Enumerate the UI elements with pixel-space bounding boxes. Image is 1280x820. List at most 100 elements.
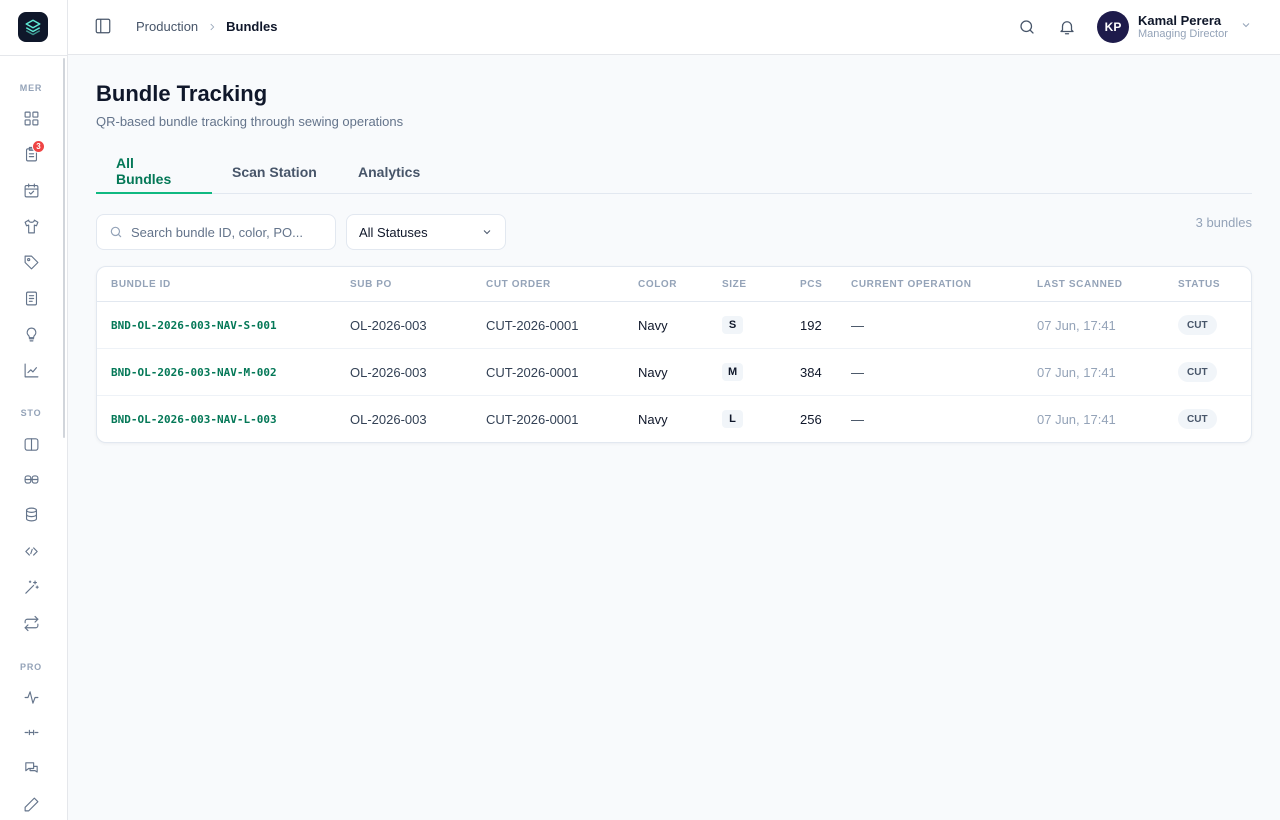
- table-row[interactable]: BND-OL-2026-003-NAV-L-003 OL-2026-003 CU…: [97, 396, 1251, 442]
- lightbulb-icon: [26, 327, 36, 341]
- page-title: Bundle Tracking: [96, 81, 268, 106]
- status-badge: CUT: [1178, 362, 1217, 382]
- sidebar-item-tools[interactable]: [19, 575, 43, 599]
- notification-badge: 3: [32, 140, 45, 153]
- sidebar-item-ideas[interactable]: [19, 322, 43, 346]
- sidebar-scrollbar[interactable]: [63, 58, 65, 438]
- sidebar-item-tags[interactable]: [19, 250, 43, 274]
- bundle-count: 3 bundles: [1195, 215, 1252, 230]
- column-header[interactable]: COLOR: [638, 279, 677, 290]
- repeat-icon: [24, 615, 38, 631]
- sidebar-item-inventory[interactable]: [19, 502, 43, 526]
- user-role: Managing Director: [1138, 28, 1228, 40]
- page-subtitle: QR-based bundle tracking through sewing …: [96, 114, 404, 129]
- column-header[interactable]: CUT ORDER: [486, 279, 551, 290]
- column-header[interactable]: PCS: [800, 279, 822, 290]
- cut-order-cell: CUT-2026-0001: [486, 365, 579, 380]
- document-icon: [25, 291, 37, 305]
- sidebar-item-dashboard[interactable]: [19, 106, 43, 130]
- sidebar-item-fabric[interactable]: [19, 467, 43, 491]
- status-filter-select[interactable]: All Statuses: [346, 214, 506, 250]
- tab-analytics[interactable]: Analytics: [338, 150, 440, 194]
- bundle-id-link[interactable]: BND-OL-2026-003-NAV-M-002: [111, 366, 277, 379]
- sidebar-item-reports[interactable]: [19, 358, 43, 382]
- search-input[interactable]: [131, 224, 321, 240]
- color-cell: Navy: [638, 318, 668, 333]
- layers-icon: [25, 19, 41, 36]
- bundles-table: BUNDLE ID SUB PO CUT ORDER COLOR SIZE PC…: [96, 266, 1252, 443]
- calendar-icon: [24, 183, 38, 197]
- sidebar-section-label: MER: [19, 83, 43, 93]
- tab-bar: All Bundles Scan Station Analytics: [96, 150, 1252, 194]
- pcs-cell: 192: [800, 318, 822, 333]
- sidebar-item-messages[interactable]: [19, 756, 43, 780]
- column-header[interactable]: LAST SCANNED: [1037, 279, 1123, 290]
- size-badge: S: [722, 316, 743, 334]
- sidebar-item-catalog[interactable]: [19, 432, 43, 456]
- search-icon: [1020, 20, 1034, 34]
- bundle-id-link[interactable]: BND-OL-2026-003-NAV-L-003: [111, 413, 277, 426]
- fabric-icon: [24, 474, 38, 484]
- status-filter-value: All Statuses: [359, 224, 428, 240]
- column-header[interactable]: STATUS: [1178, 279, 1220, 290]
- wand-icon: [24, 580, 39, 594]
- search-button[interactable]: [1017, 17, 1037, 37]
- column-header[interactable]: SUB PO: [350, 279, 392, 290]
- sidebar-toggle-button[interactable]: [94, 17, 114, 37]
- tab-scan-station[interactable]: Scan Station: [212, 150, 337, 194]
- sidebar-item-transfers[interactable]: [19, 539, 43, 563]
- sidebar-item-documents[interactable]: [19, 286, 43, 310]
- user-name: Kamal Perera: [1138, 13, 1222, 28]
- column-header[interactable]: SIZE: [722, 279, 747, 290]
- chevron-down-icon: [1240, 18, 1252, 36]
- column-header[interactable]: CURRENT OPERATION: [851, 279, 972, 290]
- cut-order-cell: CUT-2026-0001: [486, 318, 579, 333]
- pencil-icon: [24, 797, 38, 811]
- line-icon: [24, 729, 38, 735]
- color-cell: Navy: [638, 365, 668, 380]
- transfer-icon: [24, 546, 38, 556]
- app-logo[interactable]: [18, 12, 48, 42]
- last-scanned-cell: 07 Jun, 17:41: [1037, 318, 1116, 333]
- database-icon: [25, 507, 37, 521]
- avatar: KP: [1097, 11, 1129, 43]
- table-row[interactable]: BND-OL-2026-003-NAV-M-002 OL-2026-003 CU…: [97, 349, 1251, 396]
- sidebar-item-returns[interactable]: [19, 611, 43, 635]
- sidebar-item-calendar[interactable]: [19, 178, 43, 202]
- bell-icon: [1060, 21, 1074, 35]
- last-scanned-cell: 07 Jun, 17:41: [1037, 412, 1116, 427]
- operation-cell: —: [851, 365, 864, 380]
- sub-po-cell: OL-2026-003: [350, 318, 427, 333]
- search-icon: [110, 226, 122, 238]
- tab-all-bundles[interactable]: All Bundles: [96, 150, 212, 194]
- sub-po-cell: OL-2026-003: [350, 365, 427, 380]
- sidebar-item-orders[interactable]: 3: [19, 140, 45, 166]
- breadcrumb: Production Bundles: [136, 19, 277, 34]
- table-row[interactable]: BND-OL-2026-003-NAV-S-001 OL-2026-003 CU…: [97, 302, 1251, 349]
- sidebar-item-lines[interactable]: [19, 720, 43, 744]
- breadcrumb-production[interactable]: Production: [136, 19, 198, 34]
- breadcrumb-current: Bundles: [226, 19, 278, 34]
- sidebar: MER 3 STO PRO: [0, 0, 68, 820]
- sidebar-section-label: PRO: [20, 662, 42, 672]
- column-header[interactable]: BUNDLE ID: [111, 279, 171, 290]
- cut-order-cell: CUT-2026-0001: [486, 412, 579, 427]
- chart-icon: [24, 363, 38, 377]
- table-header: BUNDLE ID SUB PO CUT ORDER COLOR SIZE PC…: [97, 267, 1251, 302]
- sub-po-cell: OL-2026-003: [350, 412, 427, 427]
- activity-icon: [24, 690, 38, 704]
- sidebar-section-label: STO: [20, 408, 42, 418]
- notifications-button[interactable]: [1057, 17, 1077, 37]
- top-header: Production Bundles KP Kamal Perera Manag…: [68, 0, 1280, 55]
- sidebar-item-activity[interactable]: [19, 685, 43, 709]
- panel-left-icon: [95, 18, 111, 34]
- messages-icon: [24, 761, 38, 773]
- pcs-cell: 256: [800, 412, 822, 427]
- color-cell: Navy: [638, 412, 668, 427]
- bundle-id-link[interactable]: BND-OL-2026-003-NAV-S-001: [111, 319, 277, 332]
- shirt-icon: [24, 219, 38, 233]
- sidebar-divider: [0, 55, 68, 56]
- sidebar-item-styles[interactable]: [19, 214, 43, 238]
- user-menu[interactable]: KP Kamal Perera Managing Director: [1097, 11, 1252, 43]
- sidebar-item-edit[interactable]: [19, 792, 43, 816]
